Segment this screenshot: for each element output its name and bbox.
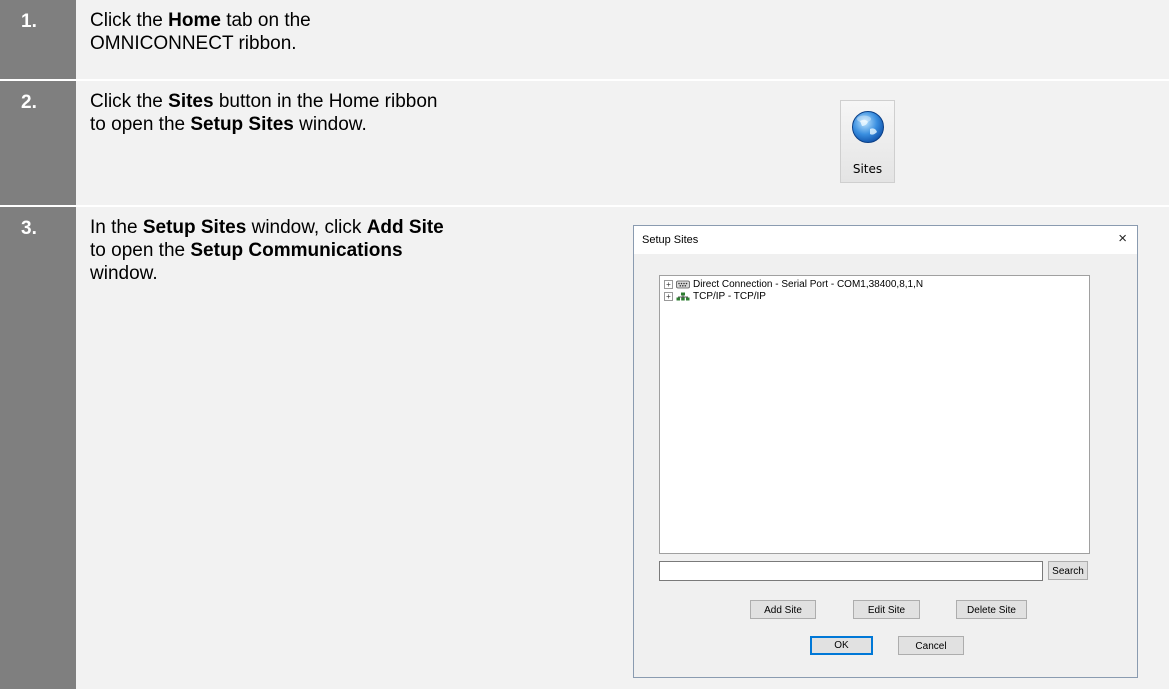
expand-icon[interactable]: + <box>664 292 673 301</box>
sites-tree[interactable]: + Direct Connection - Serial Port - COM1… <box>659 275 1090 554</box>
tree-item[interactable]: + TCP/IP - TCP/IP <box>664 291 766 302</box>
search-button[interactable]: Search <box>1048 561 1088 580</box>
step-row-1: 1. Click the Home tab on the OMNICONNECT… <box>0 0 1169 79</box>
bold-term: Setup Sites <box>142 217 247 238</box>
tree-item[interactable]: + Direct Connection - Serial Port - COM1… <box>664 279 923 290</box>
text-span: window. <box>293 114 367 135</box>
step-line: Click the Sites button in the Home ribbo… <box>90 90 437 113</box>
step-line: OMNICONNECT ribbon. <box>90 33 297 54</box>
setup-sites-window: Setup Sites × + Direct Connection - Seri… <box>633 225 1138 678</box>
ok-button[interactable]: OK <box>810 636 873 655</box>
window-body: + Direct Connection - Serial Port - COM1… <box>634 254 1137 677</box>
tree-item-label: TCP/IP - TCP/IP <box>693 291 766 302</box>
edit-site-button[interactable]: Edit Site <box>853 600 920 619</box>
sites-button-label: Sites <box>852 162 883 176</box>
step-text: In the Setup Sites window, click Add Sit… <box>90 216 444 285</box>
expand-icon[interactable]: + <box>664 280 673 289</box>
bold-term: Home <box>168 10 221 31</box>
step-line: to open the Setup Sites window. <box>90 113 437 136</box>
bold-term: Setup Sites <box>190 114 294 135</box>
text-span: tab on the <box>220 10 311 31</box>
text-span: Click the <box>90 10 169 31</box>
add-site-button[interactable]: Add Site <box>750 600 816 619</box>
text-span: Click the <box>90 91 169 112</box>
text-span: to open the <box>90 114 191 135</box>
step-line: Click the Home tab on the <box>90 9 311 32</box>
bold-term: Sites <box>168 91 214 112</box>
network-icon <box>676 292 690 301</box>
step-number-box: 2. <box>0 81 76 205</box>
sites-button[interactable]: Sites <box>840 100 895 183</box>
step-line: window. <box>90 263 158 284</box>
search-input[interactable] <box>659 561 1043 581</box>
step-number-box: 3. <box>0 207 76 689</box>
bold-term: Setup Communications <box>190 240 403 261</box>
text-span: to open the <box>90 240 191 261</box>
step-number-box: 1. <box>0 0 76 79</box>
delete-site-button[interactable]: Delete Site <box>956 600 1027 619</box>
step-row-2: 2. Click the Sites button in the Home ri… <box>0 81 1169 205</box>
step-text: Click the Sites button in the Home ribbo… <box>90 90 437 136</box>
globe-icon <box>852 111 884 143</box>
bold-term: Add Site <box>366 217 444 238</box>
text-span: button in the Home ribbon <box>213 91 438 112</box>
step-line: In the Setup Sites window, click Add Sit… <box>90 216 444 239</box>
serial-port-icon <box>676 280 690 289</box>
step-line: to open the Setup Communications <box>90 239 444 262</box>
step-number: 1. <box>21 11 37 32</box>
text-span: window, click <box>246 217 367 238</box>
close-icon[interactable]: × <box>1118 230 1127 247</box>
step-number: 2. <box>21 92 37 113</box>
window-title: Setup Sites <box>642 234 699 246</box>
step-text: Click the Home tab on the OMNICONNECT ri… <box>90 9 311 55</box>
step-number: 3. <box>21 218 37 239</box>
cancel-button[interactable]: Cancel <box>898 636 964 655</box>
tree-item-label: Direct Connection - Serial Port - COM1,3… <box>693 279 924 290</box>
text-span: In the <box>90 217 143 238</box>
